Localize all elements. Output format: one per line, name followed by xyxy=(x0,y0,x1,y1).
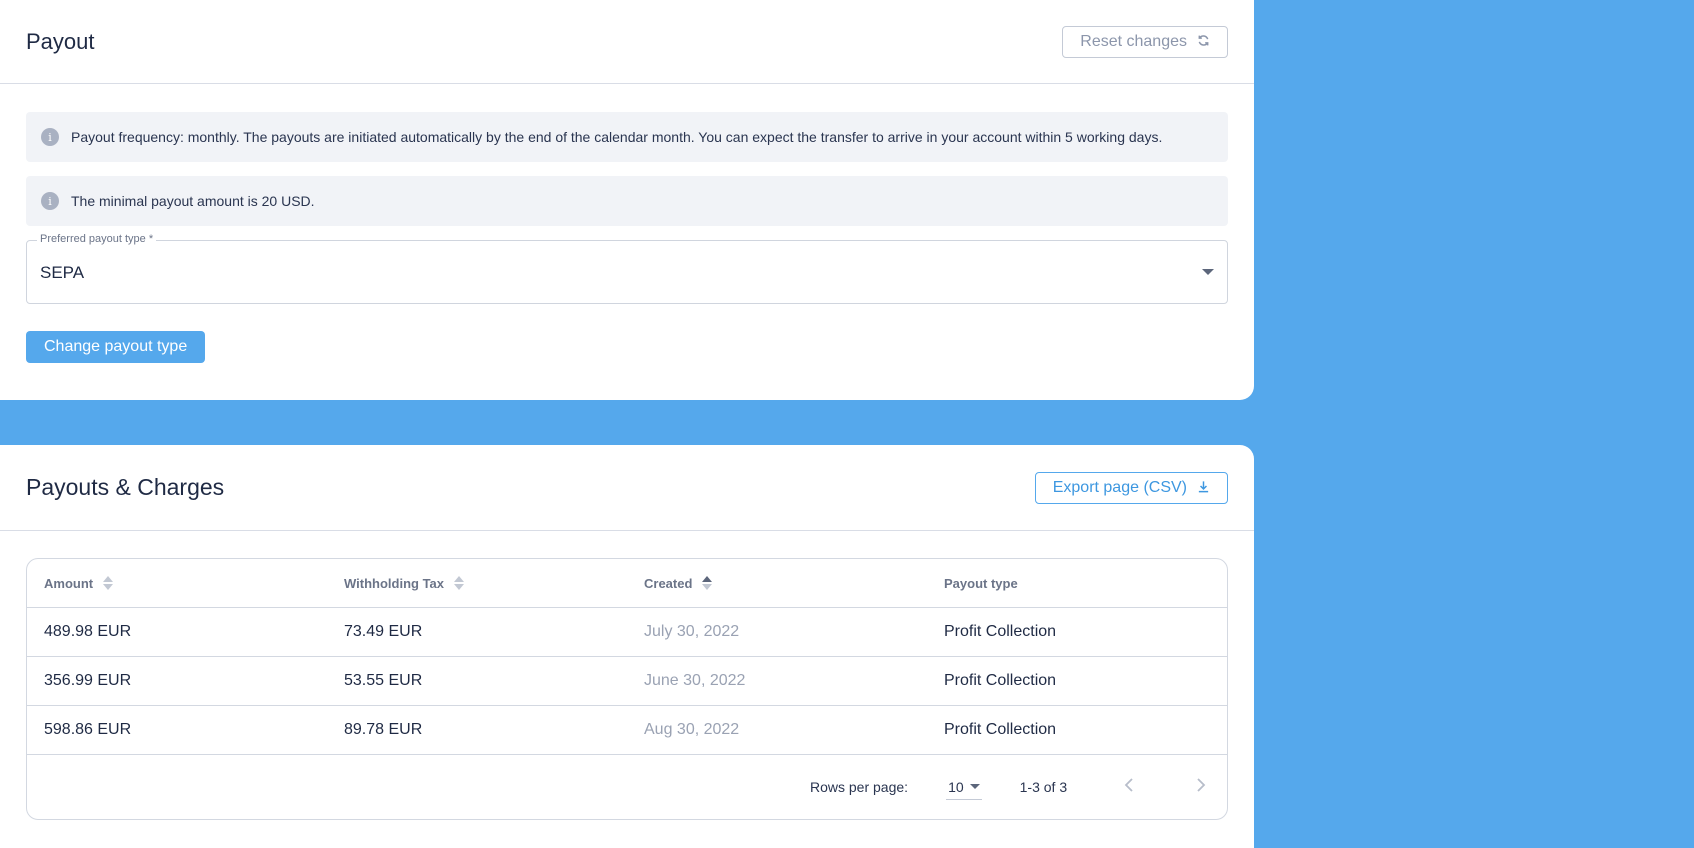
column-header-payout-type: Payout type xyxy=(927,559,1227,608)
download-icon xyxy=(1197,480,1210,495)
minimal-amount-text: The minimal payout amount is 20 USD. xyxy=(71,193,315,209)
tax-cell: 73.49 EUR xyxy=(327,607,627,657)
minimal-amount-banner: i The minimal payout amount is 20 USD. xyxy=(26,176,1228,226)
export-csv-button[interactable]: Export page (CSV) xyxy=(1034,471,1228,504)
column-label: Withholding Tax xyxy=(344,575,445,591)
charges-title: Payouts & Charges xyxy=(26,474,225,500)
payout-frequency-banner: i Payout frequency: monthly. The payouts… xyxy=(26,112,1228,162)
payout-body: i Payout frequency: monthly. The payouts… xyxy=(0,84,1254,363)
created-cell: July 30, 2022 xyxy=(627,607,927,657)
change-payout-type-button[interactable]: Change payout type xyxy=(26,331,206,363)
created-cell: Aug 30, 2022 xyxy=(627,705,927,755)
pagination: Rows per page: 10 1-3 of 3 xyxy=(27,755,1227,819)
chevron-right-icon xyxy=(1197,777,1206,792)
created-cell: June 30, 2022 xyxy=(627,656,927,706)
table-row: 598.86 EUR 89.78 EUR Aug 30, 2022 Profit… xyxy=(27,705,1227,755)
payout-title: Payout xyxy=(26,28,95,54)
sort-ascending-icon xyxy=(702,576,713,590)
amount-cell: 356.99 EUR xyxy=(27,656,327,706)
amount-cell: 489.98 EUR xyxy=(27,607,327,657)
table-header-row: Amount Withholding Tax Created Payout ty… xyxy=(27,559,1227,608)
payout-type-select[interactable]: Preferred payout type * SEPA xyxy=(26,233,1228,304)
sort-icon xyxy=(103,576,114,590)
reset-changes-label: Reset changes xyxy=(1080,32,1187,50)
next-page-button[interactable] xyxy=(1189,776,1213,799)
column-label: Amount xyxy=(44,575,94,591)
payout-frequency-text: Payout frequency: monthly. The payouts a… xyxy=(71,129,1163,145)
column-header-withholding-tax[interactable]: Withholding Tax xyxy=(327,559,627,608)
charges-table-container: Amount Withholding Tax Created Payout ty… xyxy=(26,558,1228,820)
column-header-created[interactable]: Created xyxy=(627,559,927,608)
sort-icon xyxy=(454,576,465,590)
table-row: 356.99 EUR 53.55 EUR June 30, 2022 Profi… xyxy=(27,656,1227,706)
payout-type-value: SEPA xyxy=(40,263,85,282)
info-icon: i xyxy=(41,128,59,146)
chevron-down-icon xyxy=(1202,269,1214,275)
charges-header: Payouts & Charges Export page (CSV) xyxy=(0,445,1254,531)
amount-cell: 598.86 EUR xyxy=(27,705,327,755)
tax-cell: 89.78 EUR xyxy=(327,705,627,755)
column-header-amount[interactable]: Amount xyxy=(27,559,327,608)
payout-type-cell: Profit Collection xyxy=(927,656,1227,706)
table-row: 489.98 EUR 73.49 EUR July 30, 2022 Profi… xyxy=(27,607,1227,657)
payout-header: Payout Reset changes xyxy=(0,0,1254,84)
tax-cell: 53.55 EUR xyxy=(327,656,627,706)
payouts-charges-card: Payouts & Charges Export page (CSV) Amou… xyxy=(0,445,1254,848)
chevron-left-icon xyxy=(1124,777,1133,792)
payout-card: Payout Reset changes i Payout frequency:… xyxy=(0,0,1254,400)
charges-table: Amount Withholding Tax Created Payout ty… xyxy=(27,559,1227,755)
payout-type-cell: Profit Collection xyxy=(927,607,1227,657)
previous-page-button[interactable] xyxy=(1117,776,1141,799)
reset-changes-button[interactable]: Reset changes xyxy=(1062,25,1228,58)
rows-per-page-select[interactable]: 10 xyxy=(946,779,982,800)
export-csv-label: Export page (CSV) xyxy=(1052,478,1187,496)
payout-type-label: Preferred payout type * xyxy=(37,233,157,245)
chevron-down-icon xyxy=(969,784,980,789)
info-icon: i xyxy=(41,192,59,210)
payout-type-cell: Profit Collection xyxy=(927,705,1227,755)
refresh-icon xyxy=(1197,34,1210,49)
column-label: Created xyxy=(644,575,693,591)
rows-per-page-value: 10 xyxy=(948,778,964,795)
rows-per-page-label: Rows per page: xyxy=(810,779,909,795)
page-range: 1-3 of 3 xyxy=(1019,779,1068,795)
